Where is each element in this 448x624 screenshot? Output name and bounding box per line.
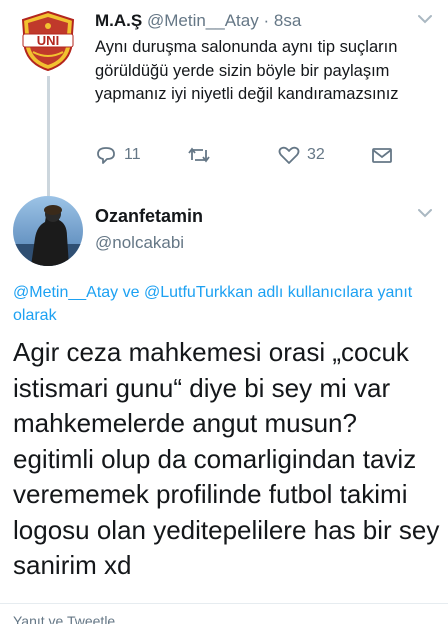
replying-to: @Metin__Atay ve @LutfuTurkkan adlı kulla…	[13, 281, 443, 327]
author-name[interactable]: Ozanfetamin	[95, 206, 203, 227]
divider	[0, 603, 448, 604]
replying-connector: ve	[118, 284, 144, 301]
mail-icon	[372, 148, 392, 163]
thread-connector-line	[47, 76, 50, 196]
profile-photo	[13, 196, 83, 266]
club-logo-icon: UNI	[21, 10, 75, 72]
tweet-text: Agir ceza mahkemesi orasi „cocuk istisma…	[13, 337, 440, 580]
reply-button[interactable]: 11	[95, 145, 141, 165]
chevron-down-icon[interactable]	[418, 208, 432, 218]
retweet-icon	[188, 147, 210, 163]
tweet-actions: 11 32	[95, 145, 405, 167]
logo-lettering: UNI	[37, 33, 59, 48]
bottom-partial-text: Yanıt ve Tweetle...	[13, 613, 127, 624]
reply-count: 11	[124, 146, 141, 163]
mention-link[interactable]: @Metin__Atay	[13, 284, 118, 301]
like-count: 32	[307, 146, 325, 163]
avatar[interactable]	[13, 196, 83, 266]
chevron-down-icon[interactable]	[418, 14, 432, 24]
author-handle[interactable]: @nolcakabi	[95, 233, 184, 253]
time-separator: ·	[263, 11, 270, 30]
author-handle[interactable]: @Metin__Atay	[147, 11, 259, 30]
share-button[interactable]	[371, 145, 393, 165]
like-button[interactable]: 32	[278, 145, 325, 165]
tweet-timestamp[interactable]: 8sa	[274, 11, 301, 30]
mention-link[interactable]: @LutfuTurkkan	[144, 284, 253, 301]
heart-icon	[278, 146, 300, 164]
reply-icon	[97, 147, 115, 164]
tweet-text: Aynı duruşma salonunda aynı tip suçların…	[95, 38, 399, 103]
tweet-header: M.A.Ş @Metin__Atay · 8sa	[95, 11, 301, 31]
avatar[interactable]: UNI	[19, 10, 77, 72]
author-name[interactable]: M.A.Ş	[95, 11, 142, 30]
retweet-button[interactable]	[187, 145, 211, 165]
